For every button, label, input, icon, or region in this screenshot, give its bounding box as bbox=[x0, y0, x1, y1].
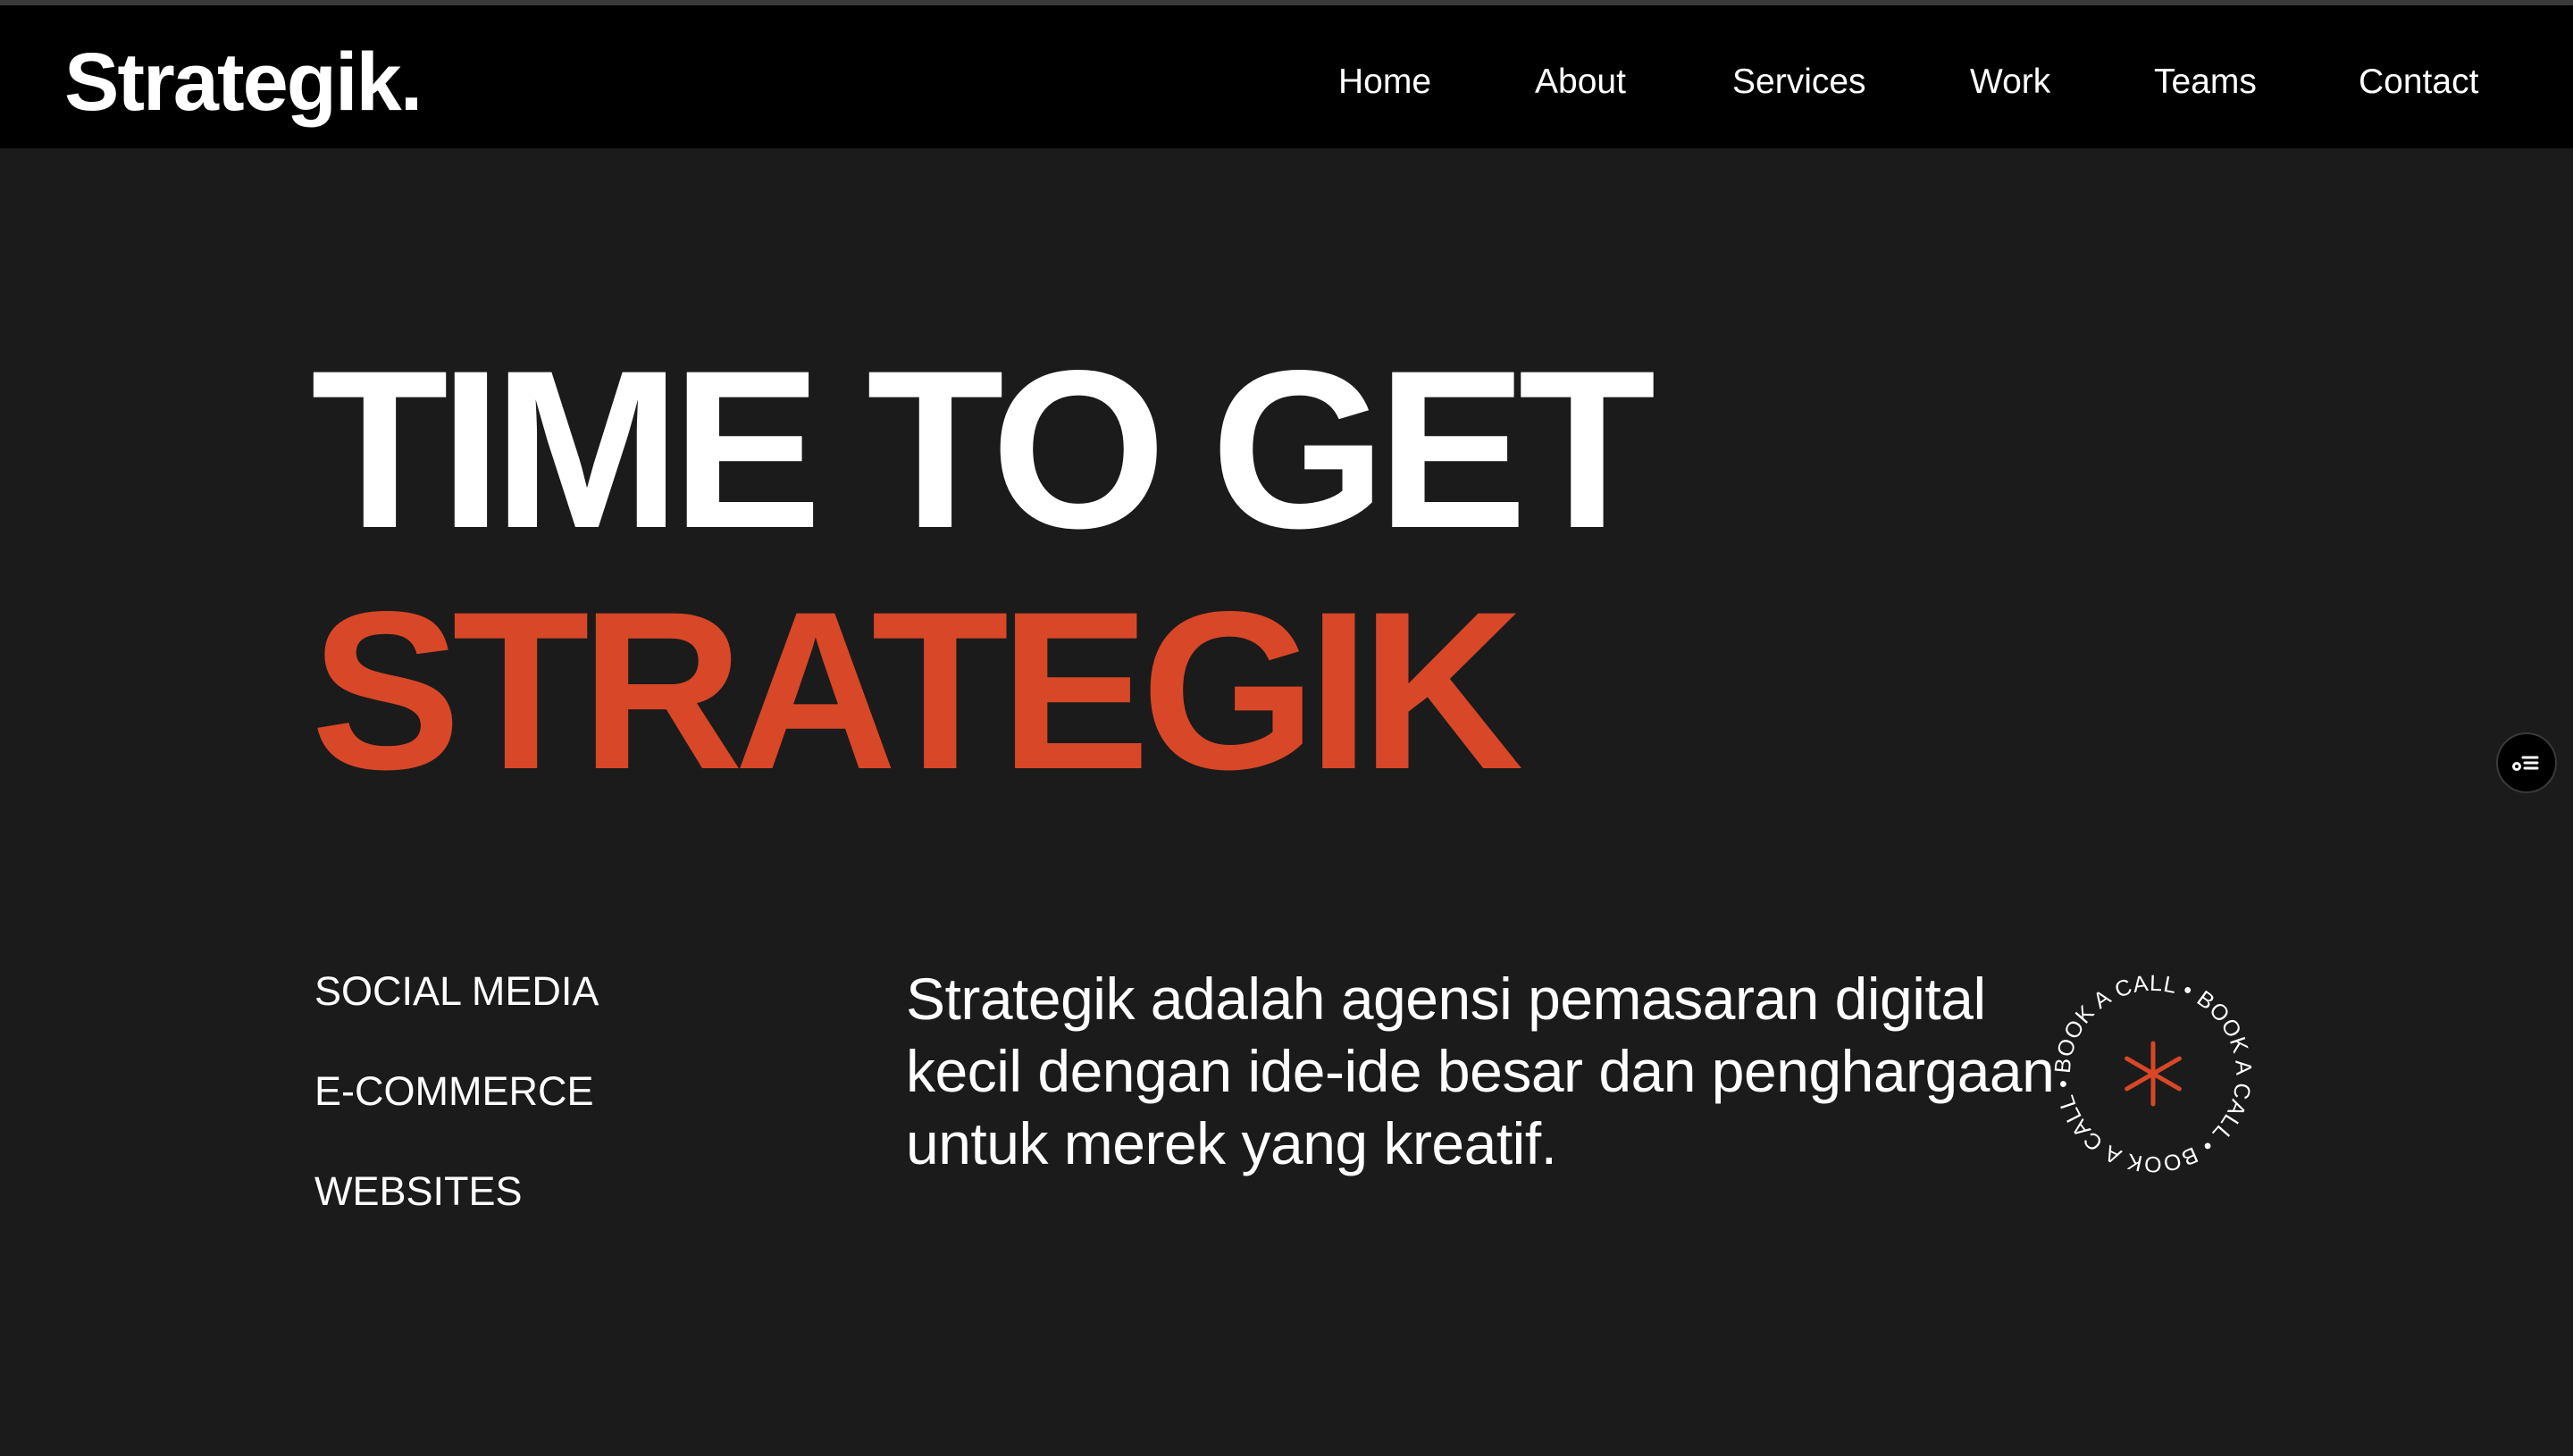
main-nav: Home About Services Work Teams Contact bbox=[0, 57, 2573, 111]
settings-list-glyph bbox=[2512, 756, 2539, 771]
book-a-call-badge[interactable]: BOOK A CALL • BOOK A CALL • BOOK A CALL … bbox=[2046, 966, 2260, 1181]
book-a-call-ring: BOOK A CALL • BOOK A CALL • BOOK A CALL … bbox=[2050, 971, 2256, 1176]
nav-teams[interactable]: Teams bbox=[2154, 57, 2257, 107]
hero-line-2: STRATEGIK bbox=[311, 565, 1523, 816]
service-e-commerce[interactable]: E-COMMERCE bbox=[314, 1065, 594, 1118]
nav-services[interactable]: Services bbox=[1732, 57, 1866, 107]
asterisk-icon bbox=[2125, 1041, 2182, 1107]
nav-work[interactable]: Work bbox=[1970, 57, 2050, 107]
nav-home[interactable]: Home bbox=[1338, 57, 1431, 107]
service-websites[interactable]: WEBSITES bbox=[314, 1165, 523, 1218]
service-social-media[interactable]: SOCIAL MEDIA bbox=[314, 965, 599, 1018]
agency-description: Strategik adalah agensi pemasaran digita… bbox=[906, 966, 2055, 1176]
navbar: Strategik. Home About Services Work Team… bbox=[0, 5, 2573, 148]
settings-list-icon[interactable] bbox=[2496, 732, 2557, 793]
nav-about[interactable]: About bbox=[1535, 57, 1626, 107]
nav-contact[interactable]: Contact bbox=[2359, 57, 2478, 107]
hero-line-1: TIME TO GET bbox=[311, 324, 1655, 575]
